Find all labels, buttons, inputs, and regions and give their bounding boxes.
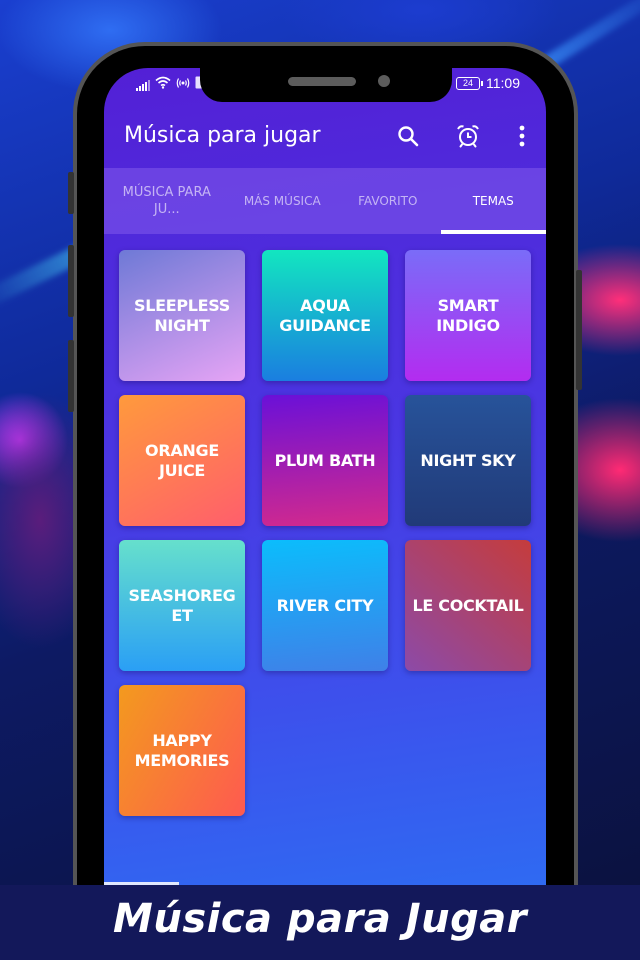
signal-icon	[136, 79, 150, 91]
status-bar-left	[136, 76, 205, 94]
app-title: Música para jugar	[124, 122, 321, 148]
tab-bar: MÚSICA PARA JU... MÁS MÚSICA FAVORITO TE…	[104, 168, 546, 234]
tab-musica-para-jugar[interactable]: MÚSICA PARA JU...	[104, 168, 230, 234]
phone-speaker	[288, 77, 356, 86]
tab-temas[interactable]: TEMAS	[440, 168, 547, 234]
status-bar-right: 24 11:09	[456, 75, 520, 91]
app-screen: 24 11:09 Música para jugar MÚSICA PARA J…	[104, 68, 546, 885]
battery-icon: 24	[456, 76, 483, 90]
theme-tile-plum-bath[interactable]: PLUM BATH	[262, 395, 388, 526]
theme-tile-seashoreget[interactable]: SEASHOREGET	[119, 540, 245, 671]
search-button[interactable]	[392, 120, 424, 152]
theme-tile-night-sky[interactable]: NIGHT SKY	[405, 395, 531, 526]
phone-volume-button	[68, 245, 74, 317]
theme-tile-happy-memories[interactable]: HAPPY MEMORIES	[119, 685, 245, 816]
theme-tile-river-city[interactable]: RIVER CITY	[262, 540, 388, 671]
theme-tile-smart-indigo[interactable]: SMART INDIGO	[405, 250, 531, 381]
promo-banner: Música para Jugar	[0, 885, 640, 960]
theme-tile-aqua-guidance[interactable]: AQUA GUIDANCE	[262, 250, 388, 381]
phone-side-button	[68, 172, 74, 214]
theme-tile-sleepless-night[interactable]: SLEEPLESS NIGHT	[119, 250, 245, 381]
promo-banner-title: Música para Jugar	[113, 895, 527, 942]
phone-power-button	[576, 270, 582, 390]
tab-mas-musica[interactable]: MÁS MÚSICA	[230, 168, 336, 234]
theme-tile-orange-juice[interactable]: ORANGE JUICE	[119, 395, 245, 526]
theme-grid: SLEEPLESS NIGHT AQUA GUIDANCE SMART INDI…	[119, 250, 531, 816]
theme-tile-le-cocktail[interactable]: LE COCKTAIL	[405, 540, 531, 671]
hotspot-icon	[176, 76, 190, 94]
phone-volume-button	[68, 340, 74, 412]
app-bar: Música para jugar	[104, 102, 546, 168]
search-icon	[398, 126, 419, 147]
wifi-icon	[155, 76, 171, 94]
phone-camera	[378, 75, 390, 87]
alarm-button[interactable]	[452, 120, 484, 152]
more-options-button[interactable]	[512, 120, 532, 152]
tab-favorito[interactable]: FAVORITO	[335, 168, 441, 234]
more-vert-icon	[519, 125, 525, 147]
alarm-clock-icon	[457, 125, 479, 148]
clock: 11:09	[486, 75, 520, 91]
